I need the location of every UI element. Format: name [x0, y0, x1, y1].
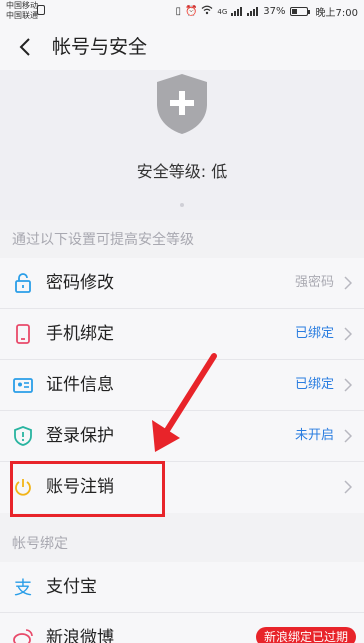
row-value: 未开启 [294, 428, 334, 443]
id-card-icon [13, 378, 33, 393]
row-value: 已绑定 [294, 377, 334, 392]
security-settings-list: 密码修改 强密码 手机绑定 已绑定 证件信息 已绑定 登录保护 未开启 账号注销 [0, 258, 364, 513]
power-icon [15, 479, 31, 496]
carrier-1: 中国移动 [6, 1, 38, 10]
shield-alert-icon [14, 426, 32, 446]
settings-row-phone[interactable]: 手机绑定 已绑定 [0, 309, 364, 360]
sim-icon [37, 5, 45, 15]
improve-section-label: 通过以下设置可提高安全等级 [12, 232, 194, 248]
row-value: 强密码 [294, 275, 334, 290]
settings-row-password[interactable]: 密码修改 强密码 [0, 258, 364, 309]
row-label: 登录保护 [46, 426, 114, 446]
row-label: 新浪微博 [46, 628, 114, 643]
chevron-right-icon [344, 429, 352, 443]
row-label: 支付宝 [46, 577, 97, 597]
signal-icon [231, 7, 243, 16]
lock-icon [15, 273, 31, 293]
alipay-icon: 支 [14, 578, 32, 598]
binding-row-alipay[interactable]: 支 支付宝 [0, 562, 364, 613]
expired-badge: 新浪绑定已过期 [255, 627, 356, 643]
security-level: 安全等级: 低 [136, 162, 228, 181]
battery-icon [289, 7, 310, 16]
row-value: 已绑定 [294, 326, 334, 341]
network-type: 4G [217, 7, 228, 16]
chevron-right-icon [344, 276, 352, 290]
svg-text:支: 支 [14, 578, 32, 598]
shield-plus-icon [157, 74, 207, 134]
status-bar: 中国移动 中国联通 ▯ ⏰ 4G 37% 晚上7:00 [0, 0, 364, 24]
account-binding-list: 支 支付宝 新浪微博 新浪绑定已过期 [0, 562, 364, 643]
wifi-icon [201, 5, 213, 18]
binding-section-label: 帐号绑定 [12, 536, 68, 552]
row-label: 证件信息 [46, 375, 114, 395]
chevron-right-icon [344, 480, 352, 494]
clock: 晚上7:00 [315, 8, 358, 19]
nav-bar: 帐号与安全 [0, 24, 364, 70]
battery-percent: 37% [263, 6, 286, 17]
settings-row-login-protect[interactable]: 登录保护 未开启 [0, 411, 364, 462]
weibo-icon [13, 629, 33, 643]
row-label: 密码修改 [46, 273, 114, 293]
vibrate-icon: ▯ [175, 6, 181, 17]
security-hero: 安全等级: 低 [0, 70, 364, 220]
signal-icon-2 [247, 7, 259, 16]
page-title: 帐号与安全 [52, 36, 148, 58]
chevron-right-icon [344, 327, 352, 341]
row-label: 手机绑定 [46, 324, 114, 344]
binding-row-weibo[interactable]: 新浪微博 新浪绑定已过期 [0, 613, 364, 643]
row-label: 账号注销 [46, 477, 114, 497]
page-dot [180, 203, 184, 207]
phone-icon [16, 324, 30, 344]
alarm-icon: ⏰ [184, 6, 198, 17]
settings-row-id[interactable]: 证件信息 已绑定 [0, 360, 364, 411]
carrier-names: 中国移动 中国联通 [6, 1, 38, 21]
status-icons: ▯ ⏰ 4G 37% 晚上7:00 [175, 4, 358, 19]
settings-row-account-cancel[interactable]: 账号注销 [0, 462, 364, 513]
back-arrow-icon[interactable] [14, 35, 38, 59]
chevron-right-icon [344, 378, 352, 392]
carrier-2: 中国联通 [6, 11, 38, 20]
